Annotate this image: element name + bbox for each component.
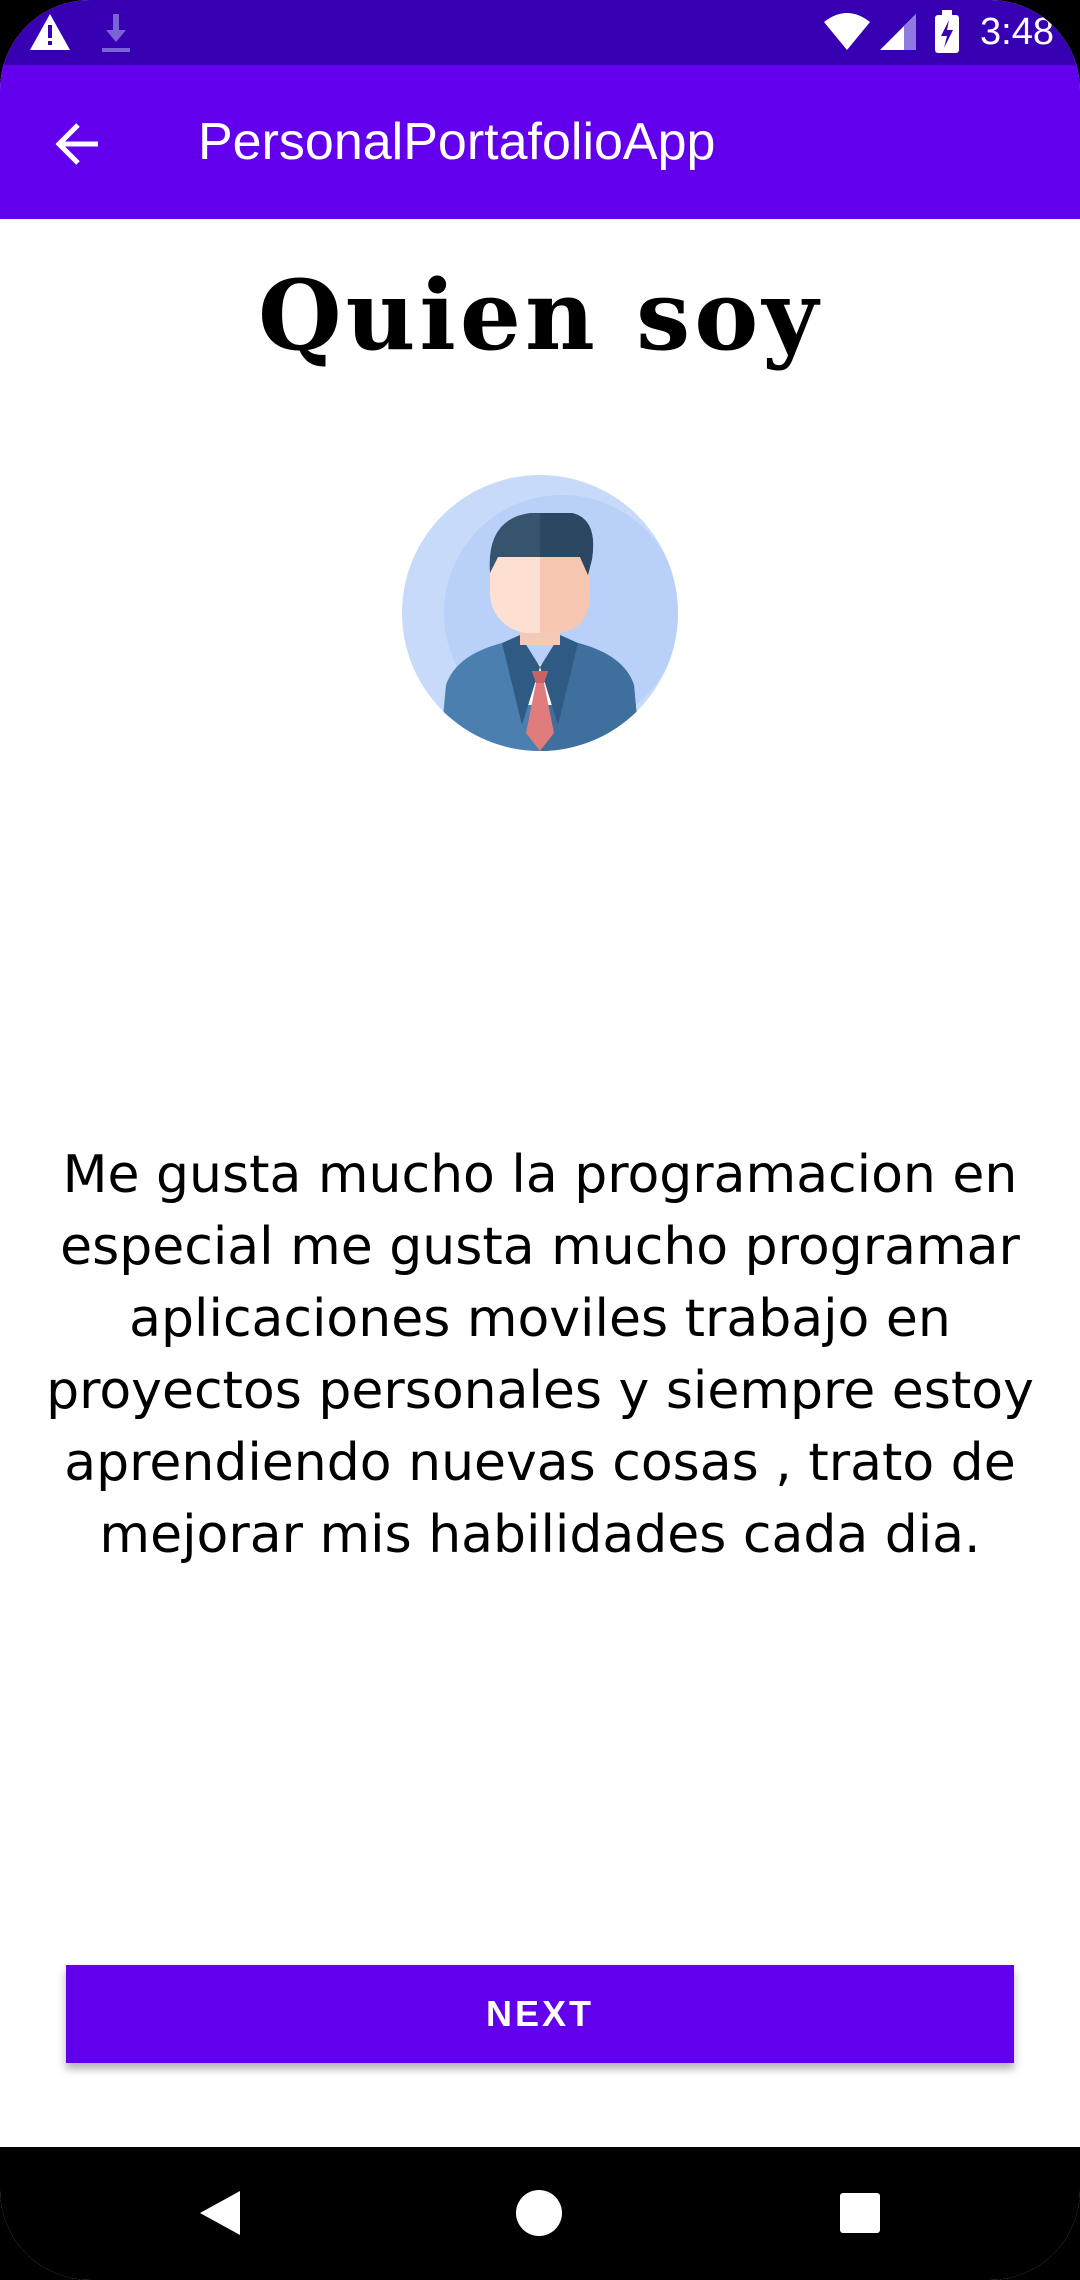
- bio-line: proyectos personales y siempre estoy: [46, 1361, 1034, 1421]
- avatar: [402, 475, 678, 751]
- next-button[interactable]: NEXT: [66, 1965, 1014, 2063]
- home-circle-icon: [516, 2190, 562, 2236]
- businessman-avatar-icon: [402, 475, 678, 751]
- bio-line: aplicaciones moviles trabajo en: [129, 1289, 951, 1349]
- arrow-back-icon: [55, 123, 98, 165]
- battery-icon: [934, 10, 960, 54]
- app-toolbar: PersonalPortafolioApp: [0, 65, 1080, 219]
- warning-icon: [28, 10, 72, 54]
- status-time: 3:48: [980, 11, 1054, 53]
- bio-line: Me gusta mucho la programacion en: [62, 1145, 1018, 1205]
- app-title: PersonalPortafolioApp: [198, 113, 716, 171]
- back-triangle-icon: [200, 2191, 240, 2235]
- recents-square-icon: [840, 2193, 880, 2233]
- status-bar: 3:48: [0, 0, 1080, 65]
- nav-home-button[interactable]: [503, 2177, 575, 2249]
- bio-line: aprendiendo nuevas cosas , trato de: [64, 1433, 1016, 1493]
- about-content: Quien soy Me gusta mucho la programacion…: [0, 219, 1080, 2147]
- nav-back-button[interactable]: [184, 2177, 256, 2249]
- page-heading: Quien soy: [257, 259, 823, 372]
- phone-screen: 3:48 PersonalPortafolioApp Quien soy Me …: [0, 0, 1080, 2280]
- back-button[interactable]: [38, 105, 116, 183]
- download-icon: [98, 10, 134, 54]
- nav-recents-button[interactable]: [824, 2177, 896, 2249]
- signal-icon: [878, 10, 918, 54]
- bio-line: mejorar mis habilidades cada dia.: [99, 1505, 981, 1565]
- wifi-icon: [822, 10, 872, 54]
- bio-text: Me gusta mucho la programacion en especi…: [30, 1139, 1050, 1571]
- bio-line: especial me gusta mucho programar: [60, 1217, 1020, 1277]
- system-nav-bar: [0, 2147, 1080, 2280]
